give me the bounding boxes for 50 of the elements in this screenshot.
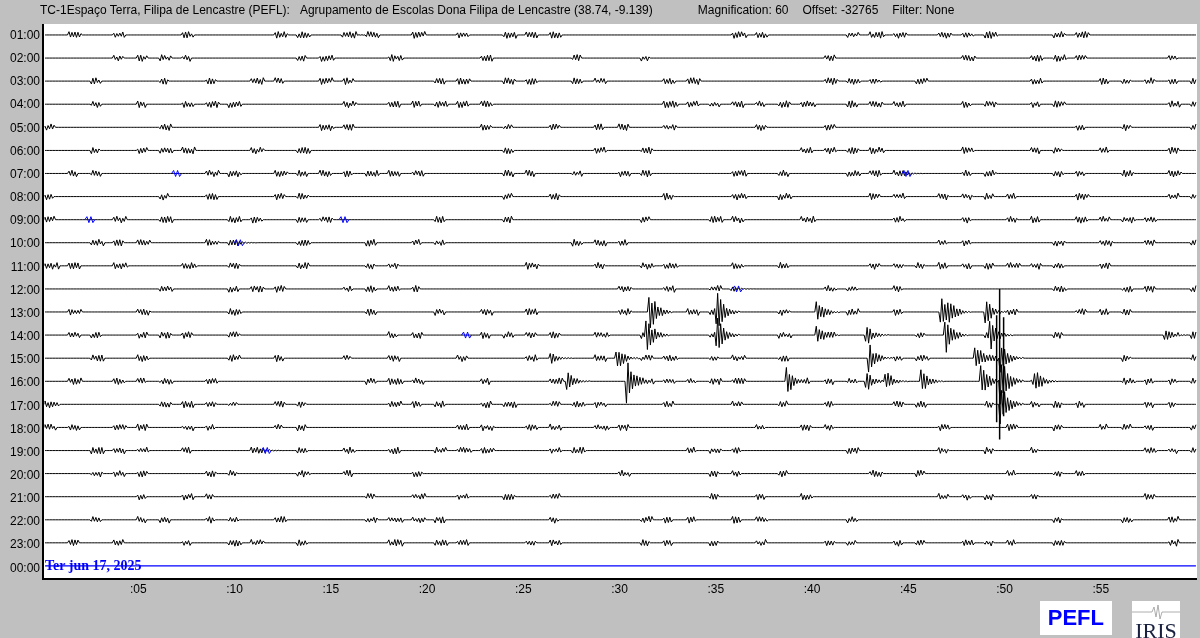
hour-label: 13:00 xyxy=(8,304,41,322)
minute-tick-label: :45 xyxy=(899,582,917,596)
magnification-label: Magnification: 60 xyxy=(697,3,789,17)
hour-label: 07:00 xyxy=(8,165,41,183)
hour-label: 10:00 xyxy=(8,235,41,253)
hour-label: 21:00 xyxy=(8,490,41,508)
minute-tick-label: :30 xyxy=(611,582,628,596)
hour-label: 22:00 xyxy=(8,513,41,531)
hour-label: 05:00 xyxy=(8,119,41,137)
station-logo: PEFL xyxy=(1039,601,1112,635)
seismic-wiggle xyxy=(732,285,744,293)
hour-label: 02:00 xyxy=(8,50,41,68)
minute-tick-label: :50 xyxy=(996,582,1013,596)
seismic-wiggle xyxy=(338,216,350,224)
hour-label: 18:00 xyxy=(8,420,41,438)
minute-tick-label: :35 xyxy=(707,582,725,596)
seismic-wiggle xyxy=(901,170,913,177)
hour-label: 15:00 xyxy=(8,351,41,369)
minute-tick-label: :25 xyxy=(514,582,532,596)
minute-tick-label: :40 xyxy=(803,582,821,596)
minute-tick-label: :10 xyxy=(226,582,243,596)
network-logo: IRIS xyxy=(1132,601,1180,638)
hour-label: 23:00 xyxy=(8,536,41,554)
seismic-wiggle xyxy=(461,331,473,339)
hour-label: 20:00 xyxy=(8,466,41,484)
hour-label: 06:00 xyxy=(8,142,41,160)
hour-label: 11:00 xyxy=(9,258,41,276)
filter-label: Filter: None xyxy=(892,3,955,17)
hour-label: 14:00 xyxy=(8,328,41,346)
station-location: Agrupamento de Escolas Dona Filipa de Lencastre (38.74, -9.139) xyxy=(299,3,653,17)
hour-label: 01:00 xyxy=(8,27,41,44)
seismic-wiggle xyxy=(84,216,96,224)
hour-label: 19:00 xyxy=(8,443,41,461)
hour-label: 17:00 xyxy=(8,397,41,415)
seismic-wiggle xyxy=(171,170,183,177)
minute-tick-label: :20 xyxy=(418,582,436,596)
hour-label: 08:00 xyxy=(8,189,41,207)
seismic-wiggle xyxy=(233,239,245,247)
hour-label: 09:00 xyxy=(8,212,41,230)
hour-label: 03:00 xyxy=(8,73,41,91)
hour-label: 16:00 xyxy=(8,374,41,392)
minute-tick-label: :55 xyxy=(1092,582,1110,596)
seismic-wiggle xyxy=(260,447,272,454)
minute-tick-label: :15 xyxy=(322,582,340,596)
offset-label: Offset: -32765 xyxy=(802,3,879,17)
hour-label: 12:00 xyxy=(8,281,41,299)
hour-label: 00:00 xyxy=(8,559,41,577)
minute-tick-label: :05 xyxy=(129,582,147,596)
station-name: TC-1Espaço Terra, Filipa de Lencastre (PEFL): xyxy=(40,3,290,17)
hour-label: 04:00 xyxy=(8,96,41,114)
